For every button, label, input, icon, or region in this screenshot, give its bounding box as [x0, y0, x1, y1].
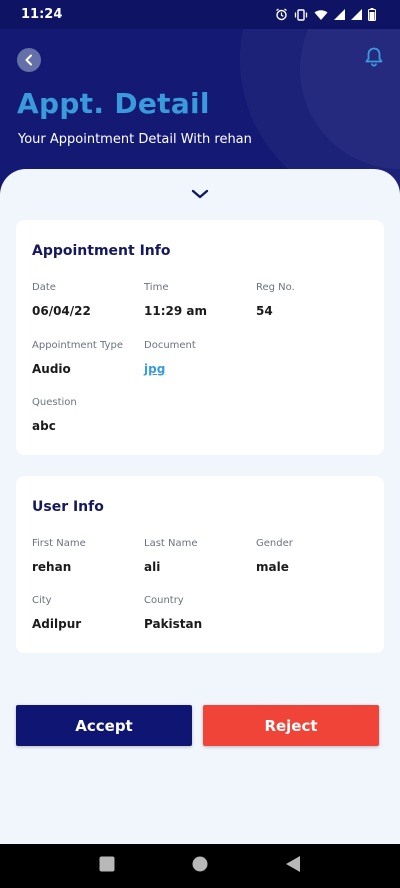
document-link[interactable]: jpg [144, 362, 254, 376]
document-label: Document [144, 340, 196, 351]
back-nav-button[interactable] [281, 854, 305, 878]
bell-icon [364, 46, 384, 72]
page-subtitle: Your Appointment Detail With rehan [18, 132, 252, 147]
back-button[interactable] [17, 48, 41, 72]
country-value: Pakistan [144, 617, 203, 631]
country-field: Country Pakistan [144, 595, 254, 631]
collapse-button[interactable] [190, 187, 210, 199]
square-icon [99, 856, 115, 876]
chevron-down-icon [191, 184, 209, 203]
reject-button[interactable]: Reject [203, 705, 379, 746]
recents-button[interactable] [95, 854, 119, 878]
appointment-type-value: Audio [32, 362, 71, 376]
status-bar: 11:24 [0, 0, 400, 29]
battery-icon [368, 8, 376, 21]
notification-button[interactable] [362, 46, 386, 72]
time-field: Time 11:29 am [144, 282, 254, 318]
content-panel: Appointment Info Date 06/04/22 Time 11:2… [0, 169, 400, 844]
chevron-left-icon [24, 51, 34, 70]
appointment-type-label: Appointment Type [32, 340, 123, 351]
date-value: 06/04/22 [32, 304, 91, 318]
document-field: Document jpg [144, 340, 254, 376]
appointment-info-title: Appointment Info [32, 243, 171, 259]
page-title: Appt. Detail [17, 87, 210, 120]
gender-value: male [256, 560, 289, 574]
reg-no-value: 54 [256, 304, 273, 318]
last-name-field: Last Name ali [144, 538, 254, 574]
appointment-info-card: Appointment Info Date 06/04/22 Time 11:2… [16, 220, 384, 455]
user-info-card: User Info First Name rehan Last Name ali… [16, 476, 384, 653]
wifi-icon [314, 9, 328, 21]
reg-no-field: Reg No. 54 [256, 282, 366, 318]
first-name-field: First Name rehan [32, 538, 142, 574]
last-name-value: ali [144, 560, 161, 574]
reg-no-label: Reg No. [256, 282, 295, 293]
gender-field: Gender male [256, 538, 366, 574]
gender-label: Gender [256, 538, 293, 549]
signal-icon [334, 9, 345, 20]
appointment-type-field: Appointment Type Audio [32, 340, 142, 376]
accept-button[interactable]: Accept [16, 705, 192, 746]
system-nav-bar [0, 844, 400, 888]
circle-icon [192, 856, 208, 876]
home-button[interactable] [188, 854, 212, 878]
appointment-detail-screen: 11:24 Appt. Detail Your Appointment Deta… [0, 0, 400, 888]
question-field: Question abc [32, 397, 142, 433]
first-name-label: First Name [32, 538, 86, 549]
vibrate-icon [294, 8, 308, 21]
date-field: Date 06/04/22 [32, 282, 142, 318]
status-time: 11:24 [21, 7, 63, 22]
status-icons [275, 8, 376, 21]
last-name-label: Last Name [144, 538, 198, 549]
time-value: 11:29 am [144, 304, 207, 318]
signal-icon [351, 9, 362, 20]
triangle-back-icon [285, 855, 301, 877]
first-name-value: rehan [32, 560, 72, 574]
alarm-icon [275, 8, 288, 21]
question-label: Question [32, 397, 77, 408]
user-info-title: User Info [32, 499, 104, 515]
date-label: Date [32, 282, 56, 293]
time-label: Time [144, 282, 169, 293]
city-field: City Adilpur [32, 595, 142, 631]
city-label: City [32, 595, 52, 606]
question-value: abc [32, 419, 56, 433]
city-value: Adilpur [32, 617, 82, 631]
country-label: Country [144, 595, 184, 606]
